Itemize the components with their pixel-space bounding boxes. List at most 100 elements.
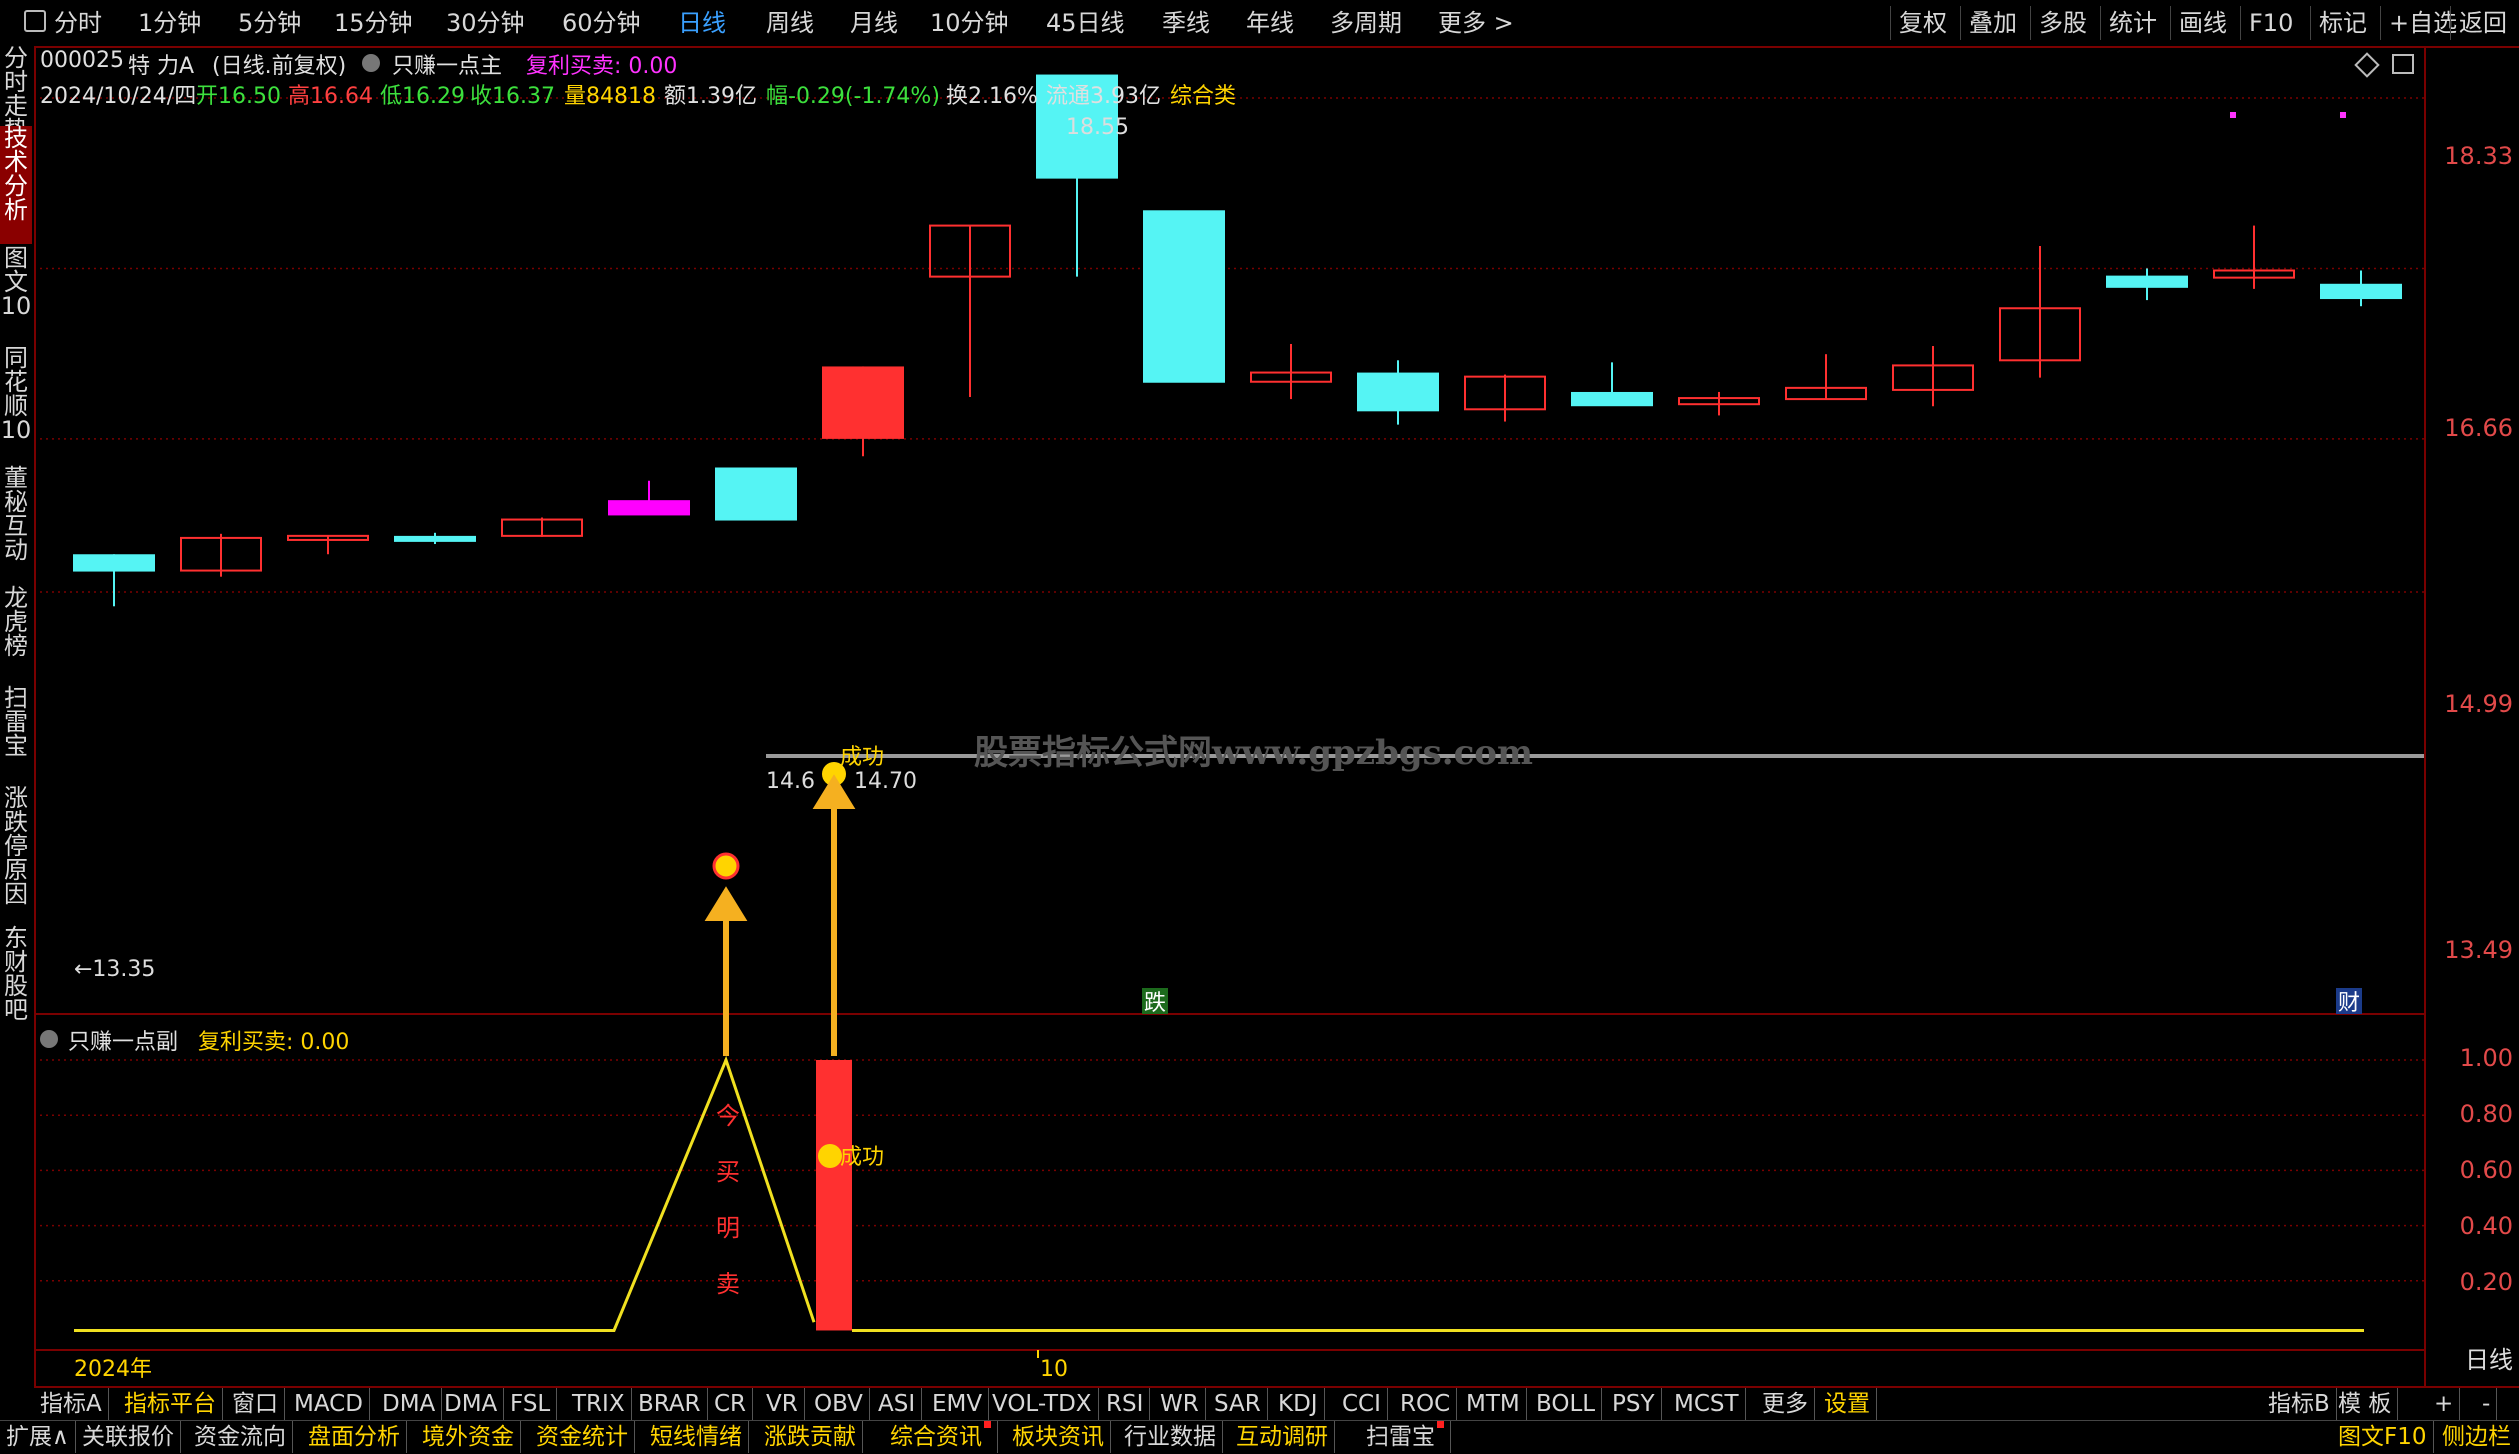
indicator-tab[interactable]: 更多 bbox=[1756, 1388, 1815, 1420]
toolbar-button[interactable]: 画线 bbox=[2170, 6, 2235, 40]
indicator-tab[interactable]: VR bbox=[760, 1388, 805, 1420]
candle-body bbox=[2320, 283, 2402, 300]
info-tab[interactable]: 关联报价 bbox=[76, 1421, 181, 1453]
indicator-tab[interactable]: 设置 bbox=[1818, 1388, 1877, 1420]
info-tab[interactable]: 境外资金 bbox=[416, 1421, 521, 1453]
toggle-sidebar-icon[interactable] bbox=[24, 10, 46, 32]
sidebar-item[interactable]: 技术分析 bbox=[0, 126, 32, 244]
sidebar-item[interactable]: 董秘互动 bbox=[0, 466, 32, 584]
indicator-tab[interactable]: KDJ bbox=[1272, 1388, 1325, 1420]
indicator-tab-bar: 指标A 指标平台 窗口 MACD DMA DMA FSL TRIX BRAR CR VR OBV ASI… bbox=[34, 1386, 2519, 1422]
success-label: 成功 bbox=[840, 745, 884, 770]
period-tab[interactable]: 10分钟 bbox=[930, 6, 1009, 40]
period-label: 日线 bbox=[2465, 1346, 2513, 1374]
indicator-tab[interactable]: ROC bbox=[1394, 1388, 1458, 1420]
indicator-tab[interactable]: 指标平台 bbox=[118, 1388, 223, 1420]
info-tab[interactable]: 板块资讯 bbox=[1006, 1421, 1111, 1453]
info-tab[interactable]: 侧边栏《 bbox=[2436, 1421, 2519, 1453]
candle-body bbox=[608, 500, 690, 516]
toolbar-button[interactable]: 多股 bbox=[2030, 6, 2095, 40]
info-tab[interactable]: 综合资讯 bbox=[884, 1421, 998, 1453]
left-sidebar: 分时走势技术分析图文10 同花顺10董秘互动龙虎榜扫雷宝涨跌停原因东财股吧 bbox=[0, 46, 36, 1421]
period-tab[interactable]: 周线 bbox=[766, 6, 814, 40]
indicator-tab[interactable]: 模 板 bbox=[2332, 1388, 2399, 1420]
sidebar-item[interactable]: 分时走势 bbox=[0, 46, 32, 142]
info-tab[interactable]: 互动调研 bbox=[1230, 1421, 1335, 1453]
info-tab[interactable]: 短线情绪 bbox=[644, 1421, 749, 1453]
toolbar-button[interactable]: 统计 bbox=[2100, 6, 2165, 40]
info-tab[interactable]: 扫雷宝 bbox=[1360, 1421, 1451, 1453]
indicator-tab[interactable]: EMV bbox=[926, 1388, 990, 1420]
sub-signal-value: 复利买卖: 0.00 bbox=[198, 1030, 350, 1055]
candle-body bbox=[1357, 372, 1439, 412]
toolbar-button[interactable]: F10 bbox=[2240, 6, 2301, 40]
period-tab[interactable]: 45日线 bbox=[1046, 6, 1125, 40]
indicator-tab[interactable]: MCST bbox=[1668, 1388, 1746, 1420]
period-tab[interactable]: 1分钟 bbox=[138, 6, 201, 40]
period-tab[interactable]: 多周期 bbox=[1330, 6, 1402, 40]
sidebar-item[interactable]: 扫雷宝 bbox=[0, 686, 32, 782]
info-tab[interactable]: 图文F10 bbox=[2332, 1421, 2434, 1453]
info-tab[interactable]: 资金统计 bbox=[530, 1421, 635, 1453]
indicator-tab[interactable]: 指标A bbox=[34, 1388, 109, 1420]
sub-axis-label: 0.80 bbox=[2459, 1100, 2513, 1128]
period-tab[interactable]: 30分钟 bbox=[446, 6, 525, 40]
indicator-tab[interactable]: OBV bbox=[808, 1388, 870, 1420]
indicator-tab[interactable]: - bbox=[2476, 1388, 2498, 1420]
window-icon[interactable] bbox=[2392, 54, 2414, 74]
sidebar-item[interactable]: 图文10 bbox=[0, 246, 32, 342]
period-tab[interactable]: 日线 bbox=[678, 6, 726, 40]
indicator-tab[interactable]: CCI bbox=[1336, 1388, 1388, 1420]
period-tab[interactable]: 季线 bbox=[1162, 6, 1210, 40]
float-cap: 流通3.93亿 bbox=[1046, 84, 1161, 109]
sub-annotation-char: 买 bbox=[716, 1158, 740, 1186]
info-tab[interactable]: 扩展∧ bbox=[0, 1421, 76, 1453]
info-tab[interactable]: 盘面分析 bbox=[302, 1421, 407, 1453]
indicator-tab[interactable]: TRIX bbox=[566, 1388, 632, 1420]
indicator-tab[interactable]: + bbox=[2428, 1388, 2461, 1420]
candle-body bbox=[822, 366, 904, 439]
sidebar-item[interactable]: 东财股吧 bbox=[0, 926, 32, 1044]
toolbar-button[interactable]: 叠加 bbox=[1960, 6, 2025, 40]
indicator-tab[interactable]: BOLL bbox=[1530, 1388, 1603, 1420]
period-tab[interactable]: 60分钟 bbox=[562, 6, 641, 40]
indicator-tab[interactable]: RSI bbox=[1100, 1388, 1151, 1420]
period-tab[interactable]: 分时 bbox=[54, 6, 102, 40]
period-tab[interactable]: 月线 bbox=[850, 6, 898, 40]
indicator-dropdown-icon[interactable] bbox=[362, 54, 380, 72]
indicator-tab[interactable]: ASI bbox=[872, 1388, 923, 1420]
sub-indicator-dropdown-icon[interactable] bbox=[40, 1030, 58, 1048]
indicator-tab[interactable]: FSL bbox=[504, 1388, 558, 1420]
toolbar-button[interactable]: 返回 bbox=[2450, 6, 2515, 40]
sidebar-item[interactable]: 同花顺10 bbox=[0, 346, 32, 464]
indicator-tab[interactable]: BRAR bbox=[632, 1388, 708, 1420]
sidebar-item[interactable]: 龙虎榜 bbox=[0, 586, 32, 682]
new-dot-icon bbox=[984, 1421, 991, 1428]
indicator-tab[interactable]: DMA bbox=[376, 1388, 443, 1420]
info-tab[interactable]: 涨跌贡献 bbox=[758, 1421, 863, 1453]
toolbar-button[interactable]: 复权 bbox=[1890, 6, 1955, 40]
period-tab[interactable]: 更多 > bbox=[1438, 6, 1514, 40]
info-tab[interactable]: 资金流向 bbox=[188, 1421, 293, 1453]
sidebar-item[interactable]: 涨跌停原因 bbox=[0, 786, 32, 924]
info-tab[interactable]: 行业数据 bbox=[1118, 1421, 1223, 1453]
period-tab[interactable]: 年线 bbox=[1246, 6, 1294, 40]
fall-badge: 跌 bbox=[1144, 991, 1166, 1016]
indicator-tab[interactable]: VOL-TDX bbox=[986, 1388, 1099, 1420]
indicator-tab[interactable]: MTM bbox=[1460, 1388, 1527, 1420]
indicator-tab[interactable]: CR bbox=[708, 1388, 754, 1420]
indicator-tab[interactable]: 窗口 bbox=[226, 1388, 285, 1420]
indicator-tab[interactable]: 指标B bbox=[2262, 1388, 2337, 1420]
new-dot-icon bbox=[1437, 1421, 1444, 1428]
sub-indicator-name[interactable]: 只赚一点副 bbox=[68, 1024, 178, 1056]
period-tab[interactable]: 5分钟 bbox=[238, 6, 301, 40]
indicator-tab[interactable]: DMA bbox=[438, 1388, 505, 1420]
toolbar-button[interactable]: 标记 bbox=[2310, 6, 2375, 40]
main-indicator-name[interactable]: 只赚一点主 bbox=[392, 48, 502, 80]
indicator-tab[interactable]: WR bbox=[1154, 1388, 1206, 1420]
period-tab[interactable]: 15分钟 bbox=[334, 6, 413, 40]
indicator-tab[interactable]: PSY bbox=[1606, 1388, 1662, 1420]
indicator-tab[interactable]: SAR bbox=[1208, 1388, 1268, 1420]
indicator-tab[interactable]: MACD bbox=[288, 1388, 370, 1420]
kline-chart[interactable]: 股票指标公式网www.gpzbgs.com 18.55 ←13.35 14.6 14.7… bbox=[34, 46, 2424, 1386]
